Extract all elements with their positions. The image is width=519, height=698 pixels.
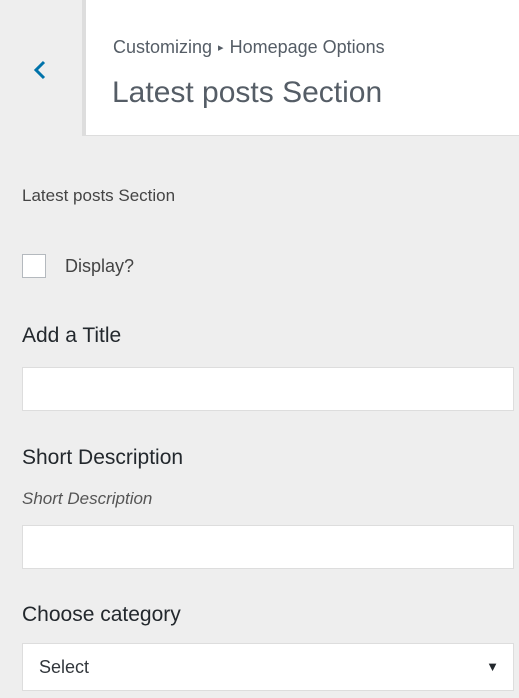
title-field-label: Add a Title [22,324,122,347]
customizer-header: Customizing ▸ Homepage Options Latest post… [0,0,519,136]
page-title: Latest posts Section [112,76,383,109]
category-select[interactable]: Select ▼ [22,643,514,691]
short-description-input[interactable] [22,525,514,569]
short-description-hint: Short Description [22,489,153,508]
category-select-value: Select [39,657,90,677]
chevron-left-icon [33,60,46,80]
display-checkbox[interactable] [22,254,46,278]
section-description: Latest posts Section [22,186,176,205]
display-checkbox-row[interactable]: Display? [22,252,134,280]
caret-down-icon: ▼ [486,659,499,674]
breadcrumb-separator-icon: ▸ [218,42,224,54]
category-field-label: Choose category [22,603,181,626]
breadcrumb: Customizing ▸ Homepage Options [113,37,385,58]
short-description-label: Short Description [22,446,184,469]
breadcrumb-root: Customizing [113,37,213,57]
back-button[interactable] [0,0,86,136]
breadcrumb-parent: Homepage Options [229,37,385,57]
title-input[interactable] [22,367,514,411]
display-checkbox-label[interactable]: Display? [65,256,134,277]
